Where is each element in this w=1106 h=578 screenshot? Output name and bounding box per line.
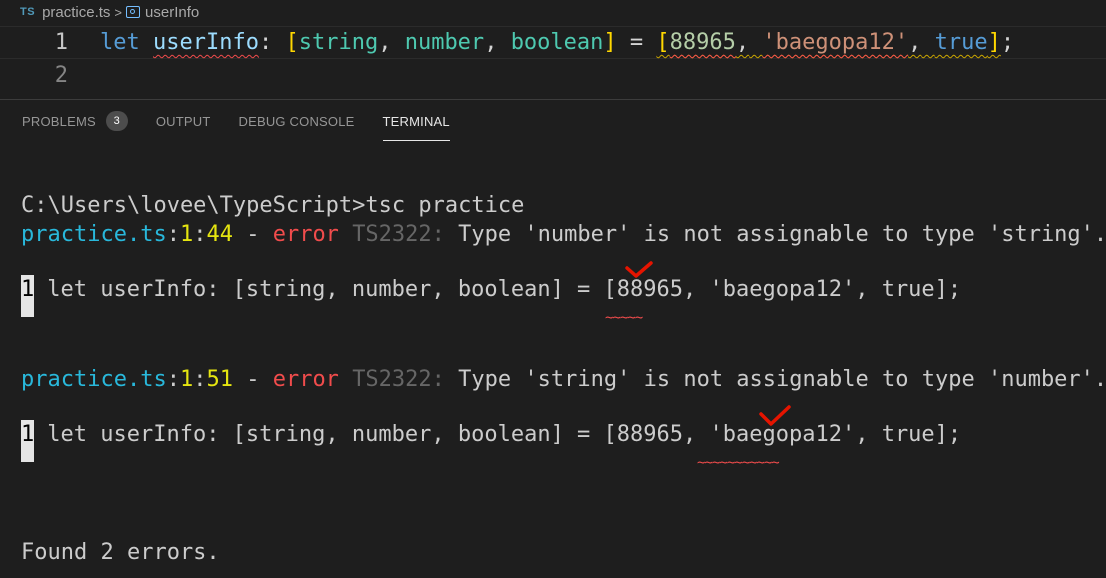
error-tilde-underline-2: ~~~~~~~~~~~ (697, 455, 780, 471)
value-close-bracket: ] (987, 30, 1001, 55)
value-open-bracket: [ (656, 30, 670, 55)
value-number[interactable]: 88965 (670, 30, 736, 55)
tab-label: DEBUG CONSOLE (238, 113, 355, 129)
error-message: Type 'string' is not assignable to type … (458, 367, 1106, 392)
breadcrumb-symbol[interactable]: userInfo (145, 4, 199, 21)
terminal-summary: Found 2 errors. (21, 540, 220, 565)
code-editor[interactable]: 1 let userInfo: [string, number, boolean… (0, 26, 1106, 98)
line-number: 1 (54, 30, 68, 55)
tab-label: OUTPUT (155, 113, 211, 129)
error-snippet-2: 1 let userInfo: [string, number, boolean… (21, 420, 961, 462)
terminal-output[interactable]: C:\Users\lovee\TypeScript>tsc practice p… (0, 142, 1106, 578)
breadcrumb-file[interactable]: practice.ts (42, 4, 110, 21)
error-level: error (272, 367, 339, 392)
code-text[interactable]: let userInfo: [string, number, boolean] … (100, 30, 1014, 55)
error-level: error (272, 222, 339, 247)
editor-line-1[interactable]: 1 let userInfo: [string, number, boolean… (0, 26, 1106, 59)
type-close-bracket: ] (603, 30, 617, 55)
error-tilde-underline-1: ~~~~~ (605, 310, 643, 326)
tab-output[interactable]: OUTPUT (156, 101, 211, 141)
terminal-prompt-line: C:\Users\lovee\TypeScript>tsc practice (21, 193, 525, 218)
type-number: number (404, 30, 485, 55)
error-file: practice.ts (21, 367, 167, 392)
problems-count-badge: 3 (105, 111, 128, 131)
error-line-1: practice.ts:1:44 - error TS2322: Type 'n… (21, 222, 1106, 247)
error-file: practice.ts (21, 222, 167, 247)
comma: , (378, 30, 392, 55)
tab-terminal[interactable]: TERMINAL (382, 101, 451, 141)
tab-debug-console[interactable]: DEBUG CONSOLE (239, 101, 355, 141)
snippet-line-number: 1 (21, 420, 34, 462)
semicolon: ; (1000, 30, 1015, 55)
dash: - (232, 222, 273, 247)
error-code: TS2322: (352, 367, 445, 392)
check-mark-annotation-2 (759, 405, 791, 426)
error-line-no: 1 (179, 222, 194, 247)
colon: : (258, 30, 273, 55)
loc-sep: : (166, 222, 180, 247)
error-line-2: practice.ts:1:51 - error TS2322: Type 's… (21, 367, 1106, 392)
error-snippet-1: 1 let userInfo: [string, number, boolean… (21, 275, 961, 317)
error-message: Type 'number' is not assignable to type … (458, 222, 1106, 247)
snippet-code: let userInfo: [string, number, boolean] … (47, 422, 962, 447)
type-open-bracket: [ (285, 30, 299, 55)
loc-sep: : (193, 367, 207, 392)
error-col-no: 44 (206, 222, 233, 247)
breadcrumb: TS practice.ts > userInfo (0, 0, 1106, 24)
type-boolean: boolean (510, 30, 604, 55)
comma: , (908, 30, 922, 55)
error-code: TS2322: (352, 222, 445, 247)
comma: , (735, 30, 750, 55)
line-number: 2 (54, 63, 68, 88)
error-line-no: 1 (179, 367, 194, 392)
snippet-line-number: 1 (21, 275, 34, 317)
snippet-code: let userInfo: [string, number, boolean] … (47, 277, 962, 302)
chevron-right-icon: > (114, 4, 123, 20)
comma: , (484, 30, 498, 55)
type-string: string (298, 30, 379, 55)
equals: = (629, 30, 644, 55)
variable-userInfo[interactable]: userInfo (153, 30, 259, 55)
tab-problems[interactable]: PROBLEMS 3 (22, 101, 128, 141)
dash: - (232, 367, 273, 392)
tab-label: PROBLEMS (22, 113, 96, 129)
variable-symbol-icon (126, 6, 141, 18)
panel-tabs: PROBLEMS 3 OUTPUT DEBUG CONSOLE TERMINAL (0, 100, 1106, 142)
value-boolean: true (934, 30, 988, 55)
typescript-file-icon: TS (20, 6, 36, 18)
loc-sep: : (193, 222, 207, 247)
keyword-let: let (100, 30, 140, 55)
error-col-no: 51 (206, 367, 233, 392)
loc-sep: : (166, 367, 180, 392)
value-string[interactable]: 'baegopa12' (762, 30, 908, 55)
tab-label: TERMINAL (382, 113, 450, 129)
editor-line-2[interactable]: 2 (0, 59, 1106, 92)
check-mark-annotation-1 (625, 261, 653, 278)
